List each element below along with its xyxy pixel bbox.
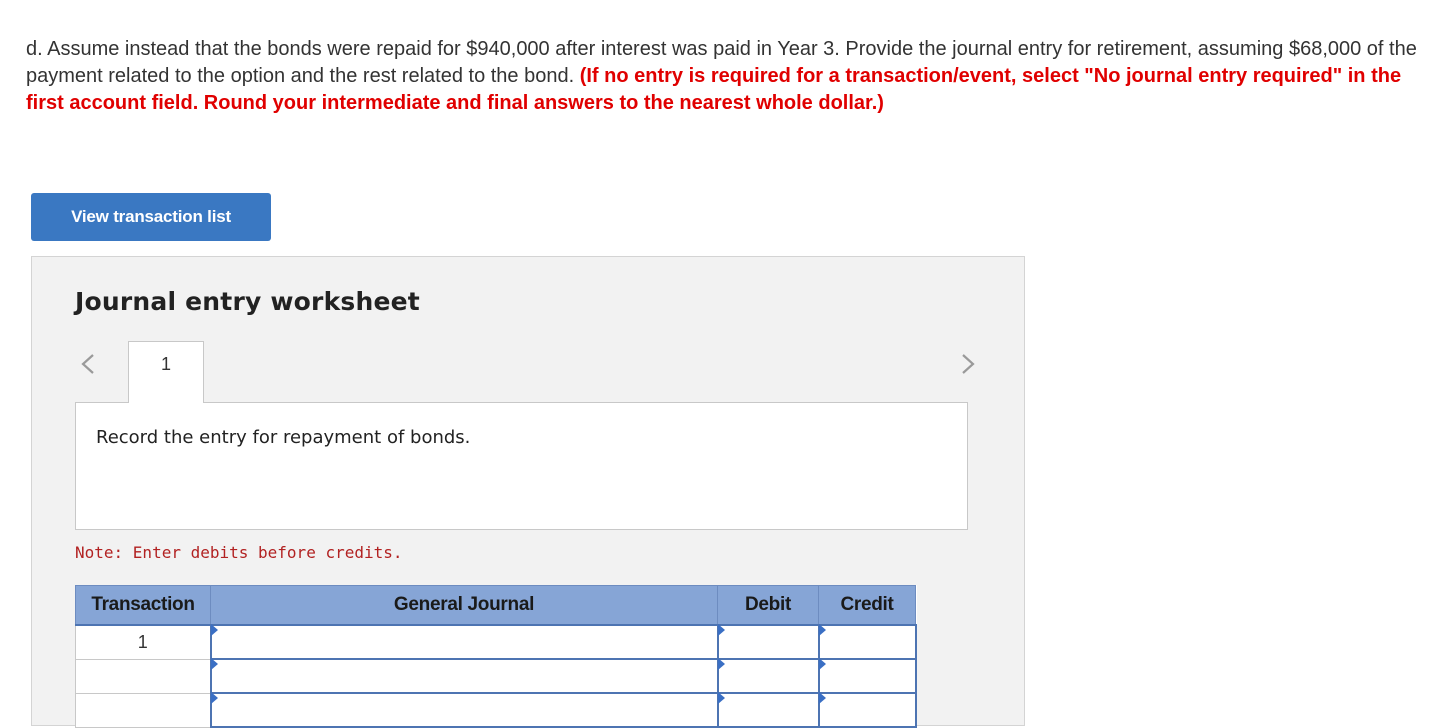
debit-input[interactable] [716, 624, 820, 660]
debit-input[interactable] [716, 692, 820, 728]
chevron-left-icon[interactable] [80, 352, 96, 376]
account-select[interactable] [209, 658, 719, 694]
journal-table: Transaction General Journal Debit Credit… [75, 585, 917, 728]
account-select[interactable] [209, 624, 719, 660]
credit-input[interactable] [817, 624, 917, 660]
header-debit: Debit [717, 585, 819, 626]
input-marker-icon [717, 658, 725, 670]
transaction-cell: 1 [75, 624, 211, 660]
transaction-cell [75, 692, 211, 728]
input-marker-icon [818, 624, 826, 636]
input-marker-icon [717, 692, 725, 704]
debit-input[interactable] [716, 658, 820, 694]
question-text-block: d. Assume instead that the bonds were re… [26, 36, 1426, 117]
account-select[interactable] [209, 692, 719, 728]
table-header-row: Transaction General Journal Debit Credit [75, 585, 916, 626]
table-row: 1 [75, 624, 917, 660]
table-row [75, 692, 917, 728]
transaction-cell [75, 658, 211, 694]
credit-input[interactable] [817, 658, 917, 694]
dropdown-marker-icon [210, 624, 218, 636]
dropdown-marker-icon [210, 658, 218, 670]
worksheet-title: Journal entry worksheet [75, 287, 420, 316]
table-row [75, 658, 917, 694]
input-marker-icon [717, 624, 725, 636]
chevron-right-icon[interactable] [960, 352, 976, 376]
input-marker-icon [818, 692, 826, 704]
header-general-journal: General Journal [210, 585, 718, 626]
dropdown-marker-icon [210, 692, 218, 704]
entry-prompt: Record the entry for repayment of bonds. [96, 427, 471, 448]
input-marker-icon [818, 658, 826, 670]
tab-transaction-1[interactable]: 1 [128, 341, 204, 403]
header-transaction: Transaction [75, 585, 211, 626]
journal-entry-worksheet: Journal entry worksheet 1 Record the ent… [31, 256, 1025, 728]
header-credit: Credit [818, 585, 916, 626]
tab-label: 1 [160, 354, 171, 374]
credit-input[interactable] [817, 692, 917, 728]
entry-prompt-box: Record the entry for repayment of bonds. [75, 402, 968, 530]
note-text: Note: Enter debits before credits. [75, 543, 403, 562]
view-transaction-list-button[interactable]: View transaction list [31, 193, 271, 241]
